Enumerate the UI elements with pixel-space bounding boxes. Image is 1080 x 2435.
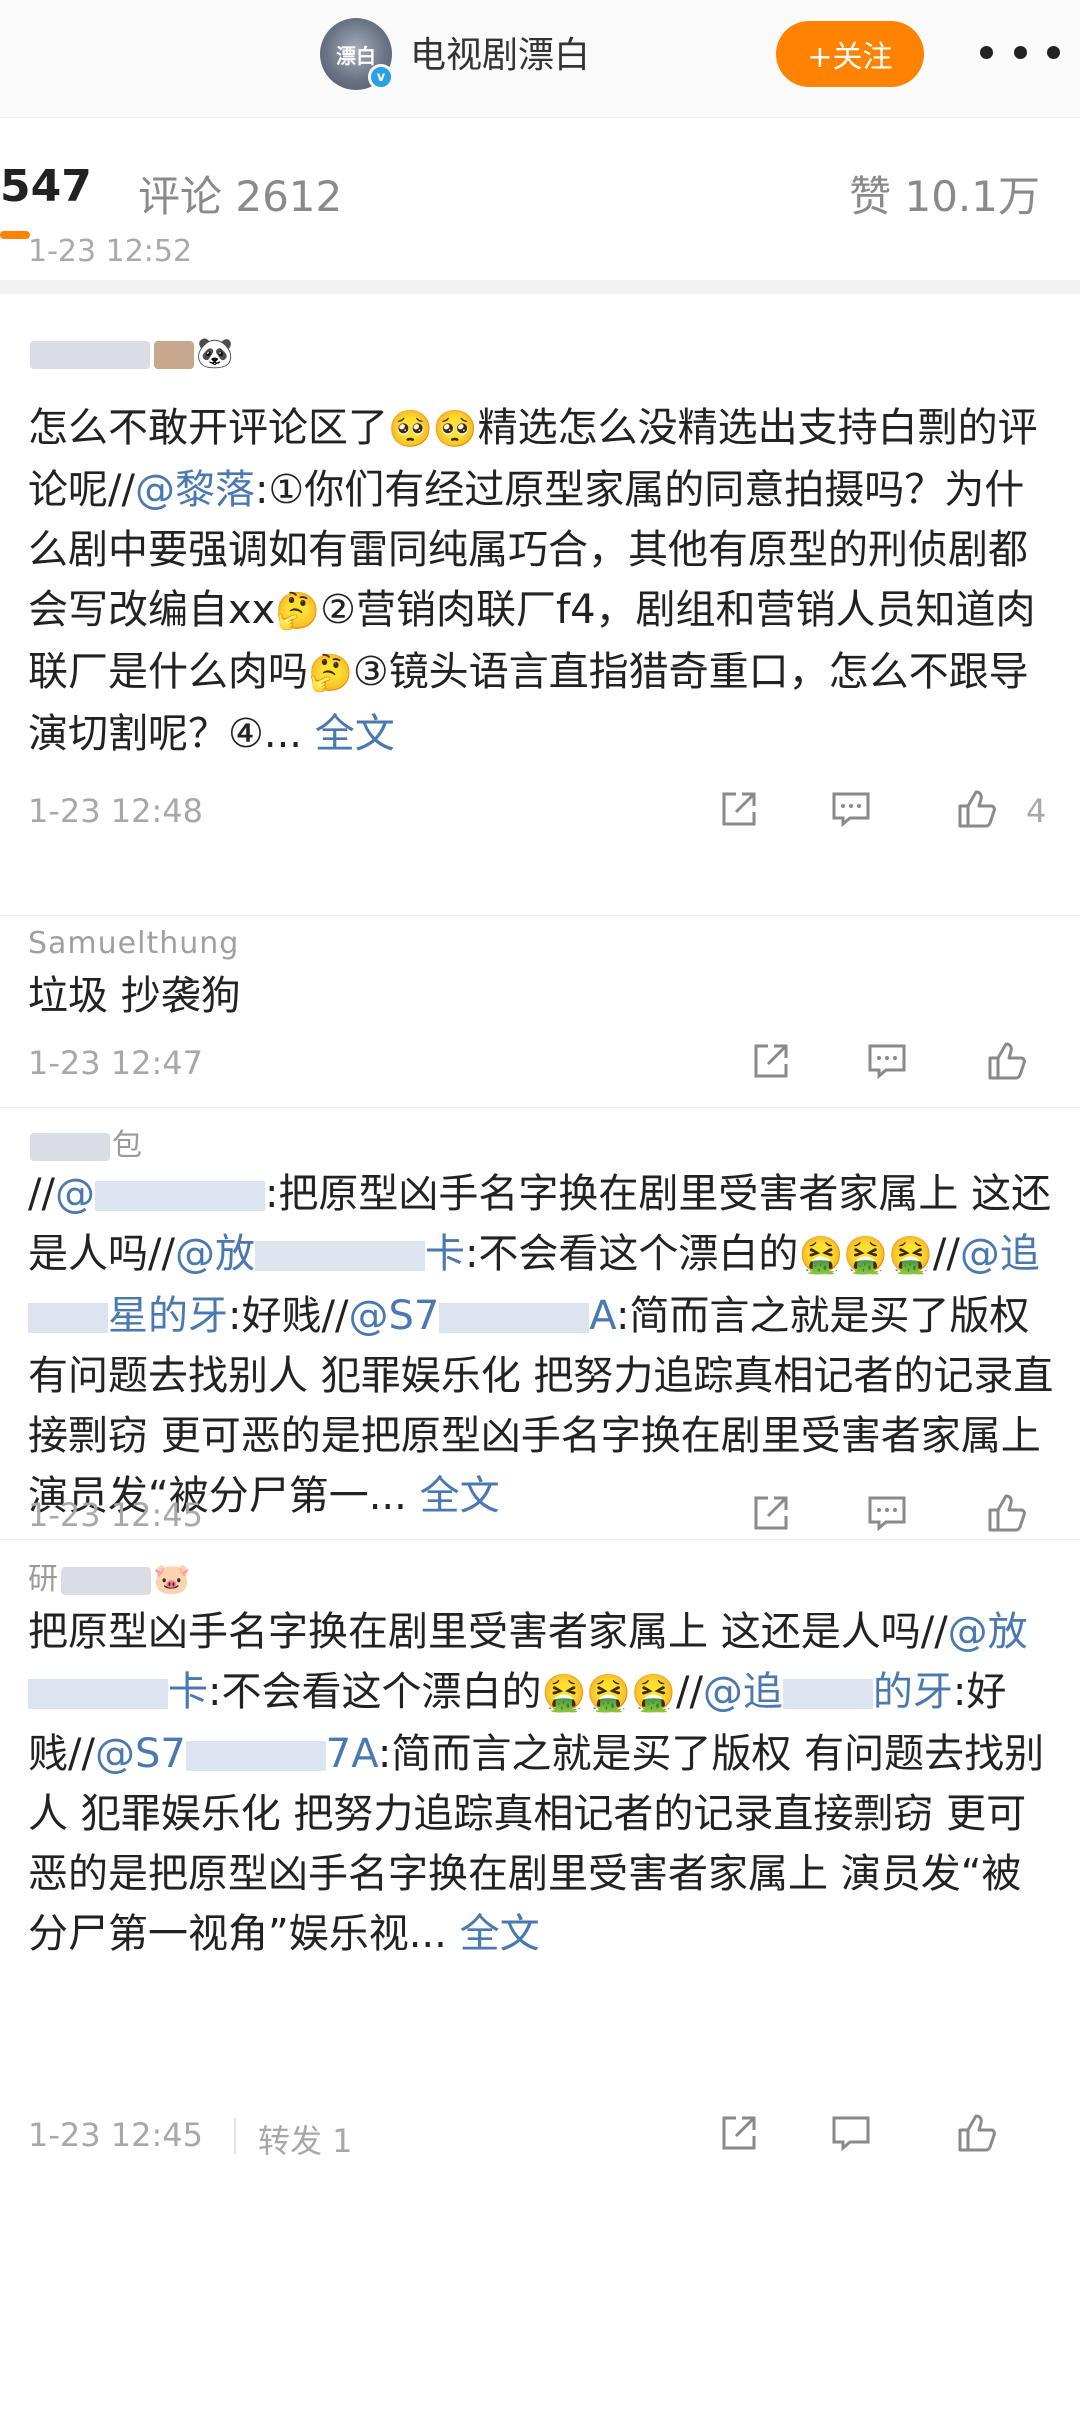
panda-emoji: 🐼 (196, 336, 235, 371)
item-footer: 1-23 12:48 4 (28, 786, 1058, 836)
sick-emoji: 🤮 (586, 1673, 632, 1714)
sick-emoji: 🤮 (798, 1235, 844, 1276)
mention-link[interactable]: 卡 (168, 1669, 208, 1715)
mention-link[interactable]: 星的牙 (108, 1293, 228, 1339)
item-footer: 1-23 12:45 转发 1 (28, 2110, 1058, 2160)
list-item[interactable]: Samuelthung 垃圾 抄袭狗 1-23 12:47 (0, 916, 1080, 1108)
like-icon[interactable] (984, 1038, 1030, 1084)
comment-icon[interactable] (828, 786, 874, 832)
mention-link[interactable]: @追 (960, 1231, 1040, 1277)
think-emoji: 🤔 (308, 653, 353, 694)
account-name[interactable]: 电视剧漂白 (410, 26, 590, 78)
pig-emoji: 🐷 (153, 1562, 192, 1597)
top-bar: 漂白 v 电视剧漂白 +关注 (0, 0, 1080, 118)
mention-link[interactable]: 7A (326, 1731, 378, 1777)
share-icon[interactable] (748, 1490, 794, 1536)
mention-link[interactable]: @S7 (95, 1731, 186, 1777)
list-item: 1-23 12:52 (0, 224, 1080, 294)
share-icon[interactable] (748, 1038, 794, 1084)
item-time: 1-23 12:48 (28, 792, 204, 830)
share-icon[interactable] (716, 786, 762, 832)
mention-link[interactable]: 黎落 (175, 467, 255, 513)
share-icon[interactable] (716, 2110, 762, 2156)
cry-emoji: 🥺 (388, 409, 433, 450)
comment-icon[interactable] (828, 2110, 874, 2156)
mention-link[interactable]: @追 (703, 1669, 783, 1715)
more-options-icon[interactable] (980, 30, 1060, 74)
username[interactable]: 🐼 (28, 336, 234, 371)
item-footer: 1-23 12:45 (28, 1490, 1058, 1540)
repost-text: 怎么不敢开评论区了🥺🥺精选怎么没精选出支持白剽的评论呢//@黎落:①你们有经过原… (28, 405, 1038, 757)
cry-emoji: 🥺 (432, 409, 478, 450)
mention-link[interactable]: @放 (175, 1231, 255, 1277)
mention-link[interactable]: @ (55, 1171, 95, 1217)
like-icon[interactable] (984, 1490, 1030, 1536)
mention-link[interactable]: @ (135, 467, 175, 513)
like-icon[interactable] (954, 786, 1000, 832)
tab-reposts[interactable]: 547 (0, 161, 92, 212)
sick-emoji: 🤮 (888, 1235, 933, 1276)
username[interactable]: Samuelthung (28, 926, 239, 961)
comment-icon[interactable] (864, 1490, 910, 1536)
item-footer: 1-23 12:47 (28, 1038, 1058, 1088)
list-item[interactable]: 🐼 怎么不敢开评论区了🥺🥺精选怎么没精选出支持白剽的评论呢//@黎落:①你们有经… (0, 314, 1080, 916)
think-emoji: 🤔 (275, 591, 321, 632)
list-item[interactable]: 研 🐷 把原型凶手名字换在剧里受害者家属上 这还是人吗//@放卡:不会看这个漂白的… (0, 1540, 1080, 2180)
full-text-link[interactable]: 全文 (460, 1911, 540, 1957)
sick-emoji: 🤮 (631, 1673, 676, 1714)
repost-text: //@:把原型凶手名字换在剧里受害者家属上 这还是人吗//@放 卡:不会看这个漂白… (28, 1171, 1054, 1519)
item-time: 1-23 12:52 (28, 234, 193, 269)
mention-link[interactable]: 的牙 (873, 1669, 953, 1715)
like-icon[interactable] (954, 2110, 1000, 2156)
full-text-link[interactable]: 全文 (315, 711, 395, 757)
mention-link[interactable]: @放 (948, 1609, 1028, 1655)
repost-text: 垃圾 抄袭狗 (28, 973, 241, 1019)
mention-link[interactable]: 卡 (425, 1231, 465, 1277)
mention-link[interactable]: A (589, 1293, 616, 1339)
list-item[interactable]: 包 //@:把原型凶手名字换在剧里受害者家属上 这还是人吗//@放 卡:不会看这个… (0, 1108, 1080, 1540)
username[interactable]: 研 🐷 (28, 1554, 191, 1598)
follow-button[interactable]: +关注 (776, 21, 924, 87)
comment-icon[interactable] (864, 1038, 910, 1084)
tab-comments[interactable]: 评论 2612 (138, 163, 342, 224)
repost-text: 把原型凶手名字换在剧里受害者家属上 这还是人吗//@放卡:不会看这个漂白的🤮🤮🤮… (28, 1609, 1045, 1957)
item-time: 1-23 12:45 (28, 1496, 204, 1534)
tab-likes[interactable]: 赞 10.1万 (849, 163, 1040, 224)
footer-separator (234, 2118, 236, 2154)
mention-link[interactable]: @S7 (348, 1293, 439, 1339)
verified-badge-icon: v (368, 64, 394, 90)
item-time: 1-23 12:47 (28, 1044, 204, 1082)
sick-emoji: 🤮 (541, 1673, 587, 1714)
sick-emoji: 🤮 (843, 1235, 889, 1276)
username[interactable]: 包 (28, 1120, 143, 1164)
like-count: 4 (1026, 792, 1047, 830)
item-time: 1-23 12:45 (28, 2116, 204, 2154)
repost-count[interactable]: 转发 1 (258, 2116, 353, 2162)
